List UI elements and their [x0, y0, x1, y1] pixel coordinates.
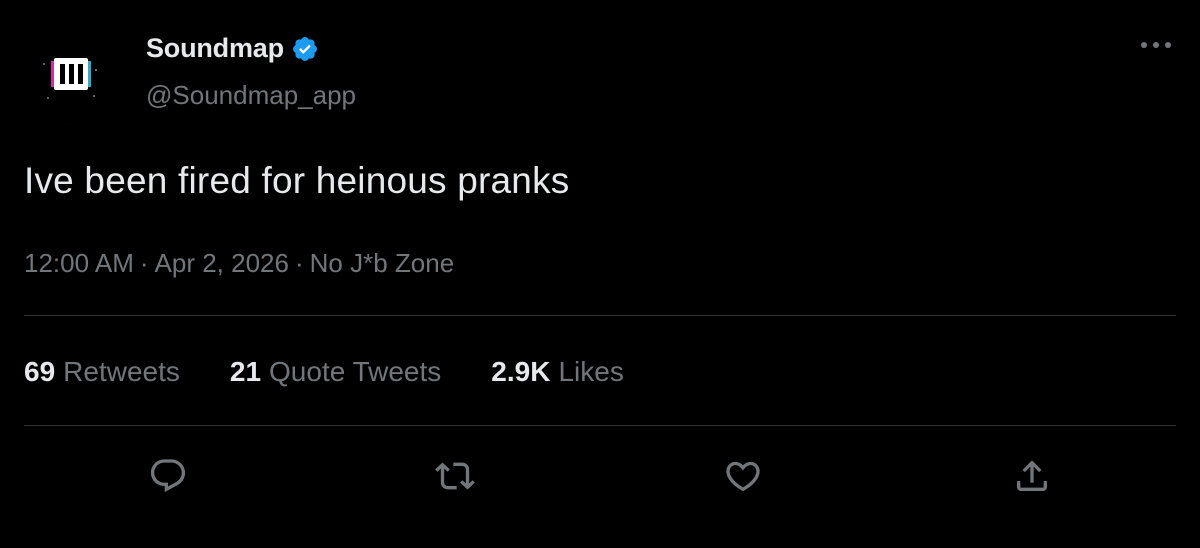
- more-options-icon: [1141, 42, 1171, 48]
- like-button[interactable]: [723, 456, 763, 496]
- divider: [24, 425, 1176, 426]
- tweet-location: No J*b Zone: [309, 248, 455, 278]
- quotes-count: 21: [229, 356, 262, 387]
- retweet-icon: [435, 462, 475, 490]
- more-options-button[interactable]: [1138, 36, 1174, 54]
- tweet-meta: 12:00 AM · Apr 2, 2026 · No J*b Zone: [24, 248, 454, 279]
- verified-badge-icon: [292, 36, 317, 61]
- soundmap-logo-icon: [24, 40, 118, 124]
- reply-button[interactable]: [148, 456, 188, 496]
- tweet-date[interactable]: Apr 2, 2026: [155, 248, 289, 278]
- retweet-button[interactable]: [435, 456, 475, 496]
- display-name-row[interactable]: Soundmap: [146, 33, 319, 64]
- meta-separator: ·: [139, 248, 149, 278]
- avatar[interactable]: [24, 40, 118, 124]
- heart-icon: [726, 461, 760, 492]
- share-icon: [1017, 460, 1047, 491]
- likes-label: Likes: [558, 356, 624, 387]
- retweets-stat[interactable]: 69 Retweets: [24, 356, 180, 388]
- divider: [24, 315, 1176, 316]
- handle[interactable]: @Soundmap_app: [146, 80, 356, 111]
- likes-stat[interactable]: 2.9K Likes: [491, 356, 624, 388]
- tweet-time[interactable]: 12:00 AM: [24, 248, 134, 278]
- quotes-label: Quote Tweets: [269, 356, 442, 387]
- tweet-text: Ive been fired for heinous pranks: [24, 160, 570, 201]
- retweets-label: Retweets: [63, 356, 180, 387]
- display-name[interactable]: Soundmap: [146, 33, 284, 64]
- meta-separator: ·: [294, 248, 304, 278]
- reply-icon: [150, 459, 186, 493]
- engagement-stats: 69 Retweets 21 Quote Tweets 2.9K Likes: [24, 356, 624, 388]
- quote-tweets-stat[interactable]: 21 Quote Tweets: [230, 356, 441, 388]
- retweets-count: 69: [24, 356, 56, 387]
- share-button[interactable]: [1012, 456, 1052, 496]
- likes-count: 2.9K: [491, 356, 551, 387]
